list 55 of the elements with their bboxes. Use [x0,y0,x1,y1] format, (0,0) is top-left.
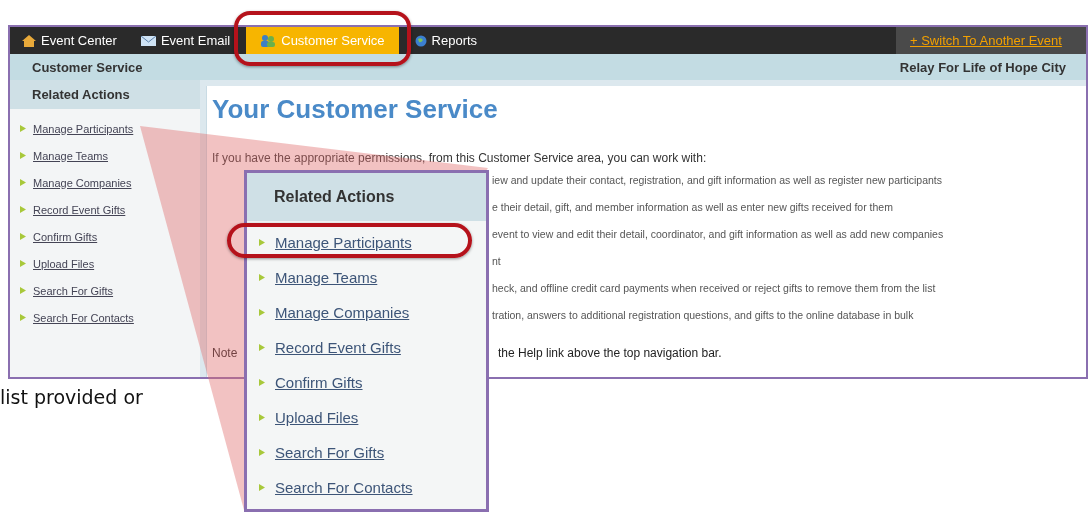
sidebar-link[interactable]: Record Event Gifts [33,203,126,216]
sidebar-link[interactable]: Upload Files [33,257,95,270]
bullet-icon [259,449,265,456]
people-icon [260,34,277,47]
bullet-icon [20,233,26,240]
bullet-icon [20,206,26,213]
page-heading: Your Customer Service [212,94,499,125]
callout-link[interactable]: Manage Teams [275,269,378,286]
bullet-icon [20,287,26,294]
bullet-icon [259,414,265,421]
nav-tab[interactable]: Reports [402,27,490,54]
sidebar-link[interactable]: Confirm Gifts [33,230,98,243]
callout-link[interactable]: Search For Gifts [275,444,385,461]
callout-link[interactable]: Confirm Gifts [275,374,363,391]
callout-link[interactable]: Manage Companies [275,304,410,321]
bullet-icon [259,239,265,246]
description-text: iew and update their contact, registration, and gift information as well as register new participants [492,174,942,186]
callout-link[interactable]: Upload Files [275,409,359,426]
callout-link[interactable]: Manage Participants [275,234,412,251]
intro-text: If you have the appropriate permissions, from this Customer Service area, you can work with: [212,151,708,165]
description-text: event to view and edit their detail, coordinator, and gift information as well as add new companies [492,228,944,240]
bullet-icon [20,314,26,321]
switch-event-link[interactable]: + Switch To Another Event [896,27,1086,54]
nav-tab[interactable]: Event Center [10,27,129,54]
bullet-icon [20,152,26,159]
bullet-icon [20,125,26,132]
envelope-icon [140,35,156,46]
sidebar-link[interactable]: Search For Gifts [33,284,114,297]
description-text: tration, answers to additional registration questions, and gifts to the online database in bulk [492,309,914,321]
note-text: the Help link above the top navigation bar. [498,346,722,360]
nav-tab[interactable]: Event Email [128,27,243,54]
description-text: heck, and offline credit card payments when received or reject gifts to remove them from the list [492,282,936,294]
description-text: nt [492,255,501,267]
description-text: e their detail, gift, and member information as well as enter new gifts received for them [492,201,893,213]
bullet-icon [20,179,26,186]
sidebar-heading: Related Actions [10,80,200,109]
event-name: Relay For Life of Hope City [899,59,1066,75]
sidebar-link[interactable]: Manage Companies [33,176,132,189]
slide-text: list provided or [0,386,143,408]
section-title: Customer Service [32,59,143,75]
bullet-icon [259,344,265,351]
note-text: Note [212,346,238,360]
callout-link[interactable]: Search For Contacts [275,479,413,496]
house-icon [22,34,36,47]
sidebar-link[interactable]: Manage Teams [33,149,108,162]
bullet-icon [20,260,26,267]
bullet-icon [259,379,265,386]
bullet-icon [259,484,265,491]
sidebar-link[interactable]: Manage Participants [33,122,134,135]
callout-heading: Related Actions [247,173,486,221]
bullet-icon [259,274,265,281]
globe-icon [414,34,427,47]
callout-link[interactable]: Record Event Gifts [275,339,401,356]
bullet-icon [259,309,265,316]
sidebar-link[interactable]: Search For Contacts [33,311,134,324]
